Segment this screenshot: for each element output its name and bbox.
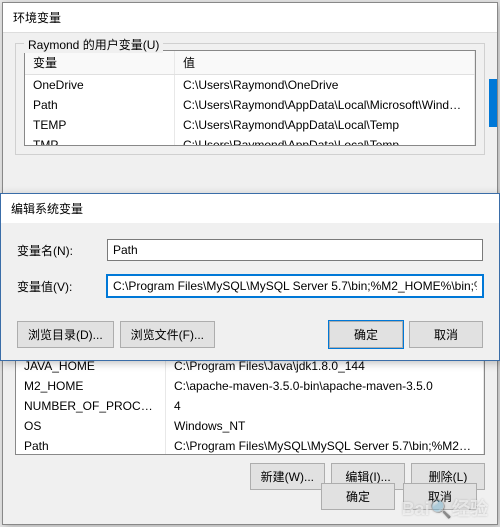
var-name-input[interactable] <box>107 239 483 261</box>
user-vars-group: Raymond 的用户变量(U) 变量 值 OneDrive C:\Users\… <box>15 43 485 155</box>
list-item[interactable]: OS Windows_NT <box>16 416 484 436</box>
edit-dialog-title: 编辑系统变量 <box>1 194 499 223</box>
accent-strip <box>489 79 497 127</box>
col-header-value[interactable]: 值 <box>175 51 475 74</box>
system-vars-list[interactable]: JAVA_HOME C:\Program Files\Java\jdk1.8.0… <box>15 355 485 455</box>
browse-file-button[interactable]: 浏览文件(F)... <box>120 321 215 348</box>
var-value-row: 变量值(V): <box>17 275 483 297</box>
var-name-label: 变量名(N): <box>17 242 107 259</box>
list-item[interactable]: TMP C:\Users\Raymond\AppData\Local\Temp <box>25 135 475 146</box>
var-name-row: 变量名(N): <box>17 239 483 261</box>
browse-dir-button[interactable]: 浏览目录(D)... <box>17 321 114 348</box>
new-button[interactable]: 新建(W)... <box>250 463 325 490</box>
system-vars-group: JAVA_HOME C:\Program Files\Java\jdk1.8.0… <box>15 355 485 494</box>
list-item[interactable]: OneDrive C:\Users\Raymond\OneDrive <box>25 75 475 95</box>
col-header-name[interactable]: 变量 <box>25 51 175 74</box>
dialog-action-buttons: 确定 取消 <box>321 483 477 510</box>
list-item[interactable]: TEMP C:\Users\Raymond\AppData\Local\Temp <box>25 115 475 135</box>
edit-dialog-buttons: 浏览目录(D)... 浏览文件(F)... 确定 取消 <box>1 317 499 360</box>
list-header: 变量 值 <box>25 51 475 75</box>
ok-button[interactable]: 确定 <box>321 483 395 510</box>
list-item[interactable]: M2_HOME C:\apache-maven-3.5.0-bin\apache… <box>16 376 484 396</box>
list-item[interactable]: NUMBER_OF_PROCESSORS 4 <box>16 396 484 416</box>
ok-button[interactable]: 确定 <box>329 321 403 348</box>
user-vars-label: Raymond 的用户变量(U) <box>24 36 163 53</box>
cancel-button[interactable]: 取消 <box>403 483 477 510</box>
env-dialog-title: 环境变量 <box>3 3 497 33</box>
edit-system-var-dialog: 编辑系统变量 变量名(N): 变量值(V): 浏览目录(D)... 浏览文件(F… <box>0 193 500 361</box>
var-value-label: 变量值(V): <box>17 278 107 295</box>
list-item[interactable]: Path C:\Program Files\MySQL\MySQL Server… <box>16 436 484 455</box>
var-value-input[interactable] <box>107 275 483 297</box>
list-item[interactable]: Path C:\Users\Raymond\AppData\Local\Micr… <box>25 95 475 115</box>
cancel-button[interactable]: 取消 <box>409 321 483 348</box>
user-vars-list[interactable]: 变量 值 OneDrive C:\Users\Raymond\OneDrive … <box>24 50 476 146</box>
